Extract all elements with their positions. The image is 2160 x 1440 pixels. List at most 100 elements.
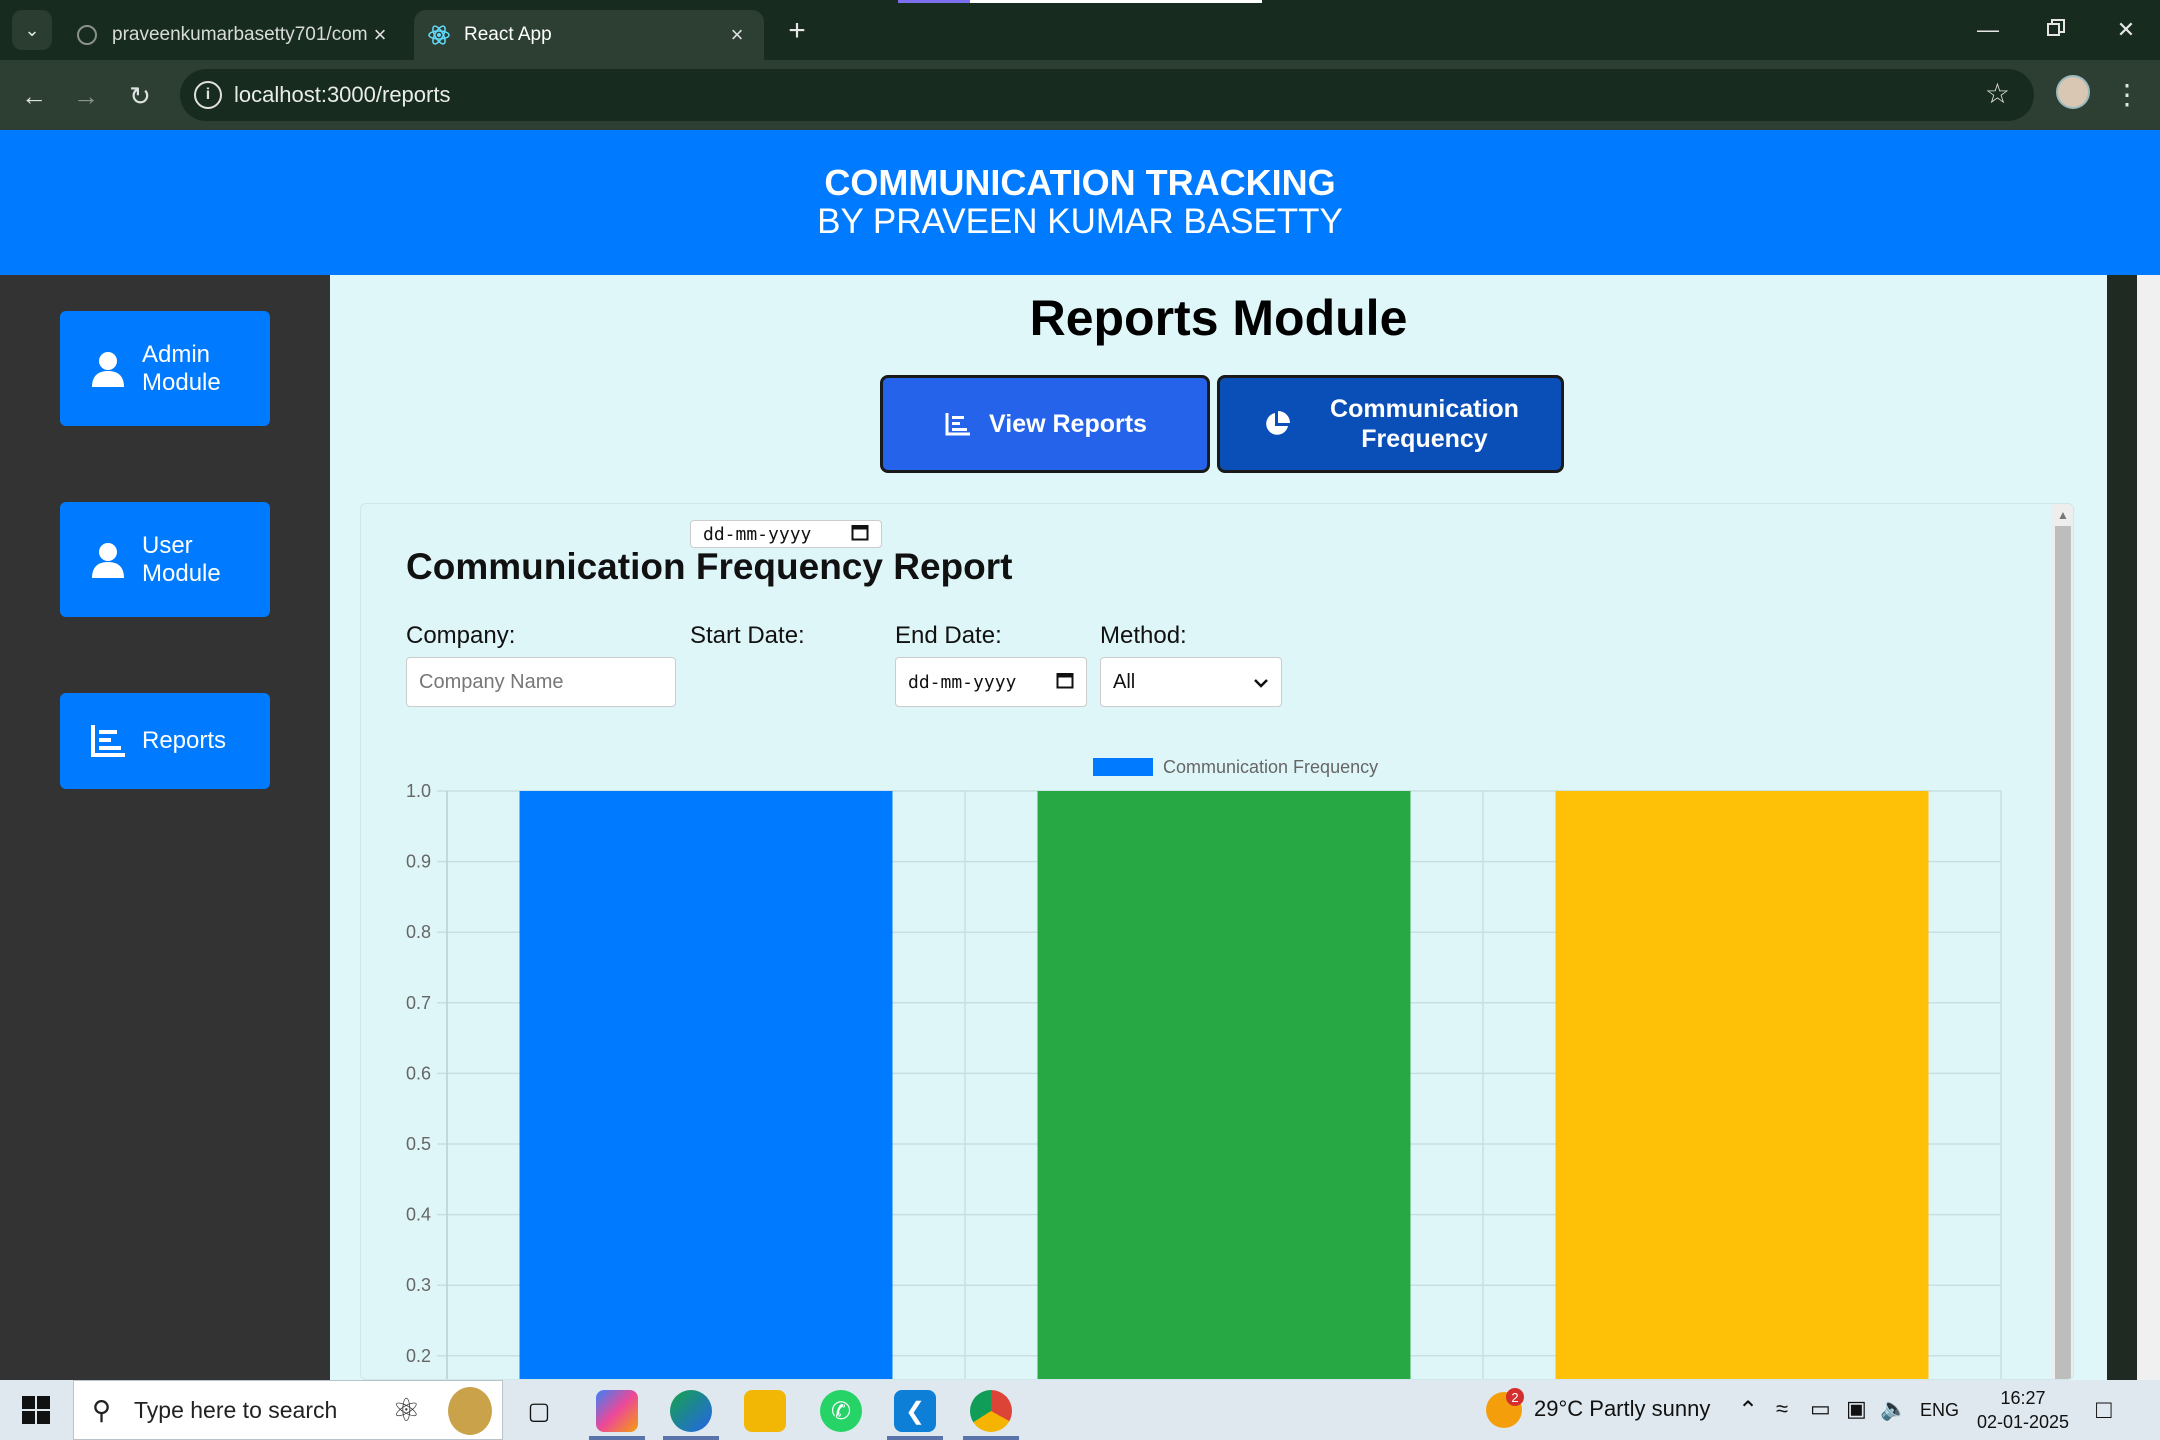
tab-title: React App (464, 24, 552, 45)
whatsapp-icon[interactable]: ✆ (820, 1390, 862, 1432)
close-tab-icon[interactable]: × (367, 22, 393, 48)
communication-frequency-chart: Communication Frequency 1.0 0.9 0.8 0.7 0.6 0.… (406, 757, 2002, 1380)
chevron-up-icon[interactable]: ⌃ (1738, 1396, 1758, 1425)
address-bar[interactable]: i localhost:3000/reports ☆ (180, 69, 2034, 121)
sidebar-item-admin-module[interactable]: Admin Module (60, 311, 270, 426)
legend-swatch[interactable] (1093, 758, 1153, 776)
report-scrollbar[interactable]: ▲ (2051, 504, 2073, 1379)
notifications-icon[interactable]: □ (2096, 1394, 2112, 1425)
y-tick-label: 0.3 (406, 1275, 431, 1295)
reload-button[interactable]: ↻ (120, 76, 160, 116)
restore-button[interactable] (2036, 12, 2076, 48)
weather-badge: 2 (1506, 1388, 1524, 1406)
pie-chart-icon (1262, 409, 1292, 439)
scroll-up-icon[interactable]: ▲ (2057, 508, 2069, 522)
minimize-icon: — (1977, 17, 1999, 42)
browser-tab-react-app[interactable]: React App × (414, 10, 764, 60)
y-tick-label: 0.2 (406, 1346, 431, 1366)
taskbar-search-input[interactable]: ⚲ Type here to search ⚛ (73, 1380, 503, 1440)
page-title: Reports Module (1029, 290, 1408, 346)
legend-label[interactable]: Communication Frequency (1163, 757, 1378, 777)
weather-icon[interactable]: 2 (1486, 1388, 1524, 1428)
tab-search-button[interactable]: ⌄ (12, 10, 52, 50)
file-explorer-icon[interactable] (744, 1390, 786, 1432)
chevron-down-icon (1253, 671, 1269, 694)
y-tick-label: 1.0 (406, 781, 431, 801)
view-reports-button[interactable]: View Reports (880, 375, 1210, 473)
weather-text[interactable]: 29°C Partly sunny (1534, 1396, 1710, 1422)
reload-icon: ↻ (129, 80, 151, 111)
forward-button[interactable]: → (66, 76, 106, 116)
y-tick-label: 0.4 (406, 1205, 431, 1225)
windows-start-button[interactable] (22, 1396, 50, 1424)
profile-avatar[interactable] (2056, 75, 2090, 109)
sidebar-item-label: Reports (142, 727, 227, 754)
bar[interactable] (519, 791, 893, 1380)
clock-time: 16:27 (2000, 1388, 2046, 1408)
report-scrollbar-thumb[interactable] (2055, 526, 2071, 1379)
new-tab-button[interactable]: + (780, 14, 814, 48)
sidebar-item-label: Admin (142, 340, 211, 368)
task-view-icon[interactable]: ▢ (518, 1390, 560, 1432)
y-tick-label: 0.8 (406, 922, 431, 942)
page-scrollbar[interactable] (2137, 275, 2160, 1380)
tab-title: praveenkumarbasetty701/comm (112, 24, 367, 45)
browser-menu-button[interactable]: ⋮ (2112, 74, 2142, 114)
volume-muted-icon[interactable]: 🔈 (1880, 1396, 1907, 1422)
chart-icon (90, 723, 126, 759)
bar[interactable] (1555, 791, 1929, 1380)
view-reports-label: View Reports (989, 410, 1147, 438)
browser-tab-github[interactable]: praveenkumarbasetty701/comm × (62, 10, 407, 60)
atom-icon: ⚛ (392, 1392, 421, 1428)
start-date-input[interactable]: dd-mm-yyyy (690, 520, 882, 548)
sidebar-item-user-module[interactable]: User Module (60, 502, 270, 617)
communication-frequency-button[interactable]: Communication Frequency (1217, 375, 1564, 473)
meet-icon[interactable]: ▣ (1846, 1396, 1867, 1422)
bar[interactable] (1037, 791, 1411, 1380)
sidebar: Admin Module User Module Reports (0, 275, 330, 1380)
start-date-label: Start Date: (690, 622, 805, 649)
tab-strip-indicator (898, 0, 1262, 3)
y-tick-label: 0.9 (406, 852, 431, 872)
close-icon: ✕ (2116, 17, 2136, 42)
taskbar-clock[interactable]: 16:27 02-01-2025 (1975, 1386, 2071, 1434)
end-date-input[interactable]: dd-mm-yyyy (895, 657, 1087, 707)
sidebar-item-label: User (142, 531, 193, 559)
method-value: All (1113, 670, 1136, 693)
wifi-icon[interactable]: ≈ (1776, 1396, 1788, 1422)
sidebar-item-label: Module (142, 559, 221, 587)
chrome-icon[interactable] (970, 1390, 1012, 1432)
browser-toolbar: ← → ↻ i localhost:3000/reports ☆ ⋮ (0, 60, 2160, 130)
chart-icon (943, 409, 973, 439)
calendar-icon[interactable] (851, 523, 869, 546)
back-button[interactable]: ← (14, 76, 54, 116)
search-highlight-icon (448, 1387, 492, 1435)
clock-date: 02-01-2025 (1976, 1412, 2070, 1432)
plus-icon: + (788, 14, 806, 47)
close-tab-icon[interactable]: × (724, 22, 750, 48)
site-info-icon[interactable]: i (194, 81, 222, 109)
y-tick-label: 0.6 (406, 1063, 431, 1083)
calendar-icon[interactable] (1056, 671, 1074, 694)
minimize-button[interactable]: — (1968, 12, 2008, 48)
close-window-button[interactable]: ✕ (2106, 12, 2146, 48)
bookmark-star-icon[interactable]: ☆ (1985, 77, 2010, 110)
communication-frequency-label: Communication (1330, 395, 1519, 423)
edge-icon[interactable] (670, 1390, 712, 1432)
react-icon (428, 24, 450, 46)
app-header: COMMUNICATION TRACKING BY PRAVEEN KUMAR … (0, 130, 2160, 275)
method-label: Method: (1100, 622, 1187, 649)
github-icon (76, 24, 98, 46)
y-tick-label: 0.7 (406, 993, 431, 1013)
company-label: Company: (406, 622, 516, 649)
method-select[interactable]: All (1100, 657, 1282, 707)
copilot-icon[interactable] (596, 1390, 638, 1432)
sidebar-item-reports[interactable]: Reports (60, 693, 270, 789)
company-input[interactable]: Company Name (406, 657, 676, 707)
vscode-icon[interactable]: ❮ (894, 1390, 936, 1432)
battery-icon[interactable]: ▭ (1810, 1396, 1831, 1422)
app-subtitle: BY PRAVEEN KUMAR BASETTY (817, 202, 1343, 241)
taskbar-search-placeholder: Type here to search (134, 1396, 338, 1423)
language-indicator[interactable]: ENG (1920, 1400, 1959, 1421)
main-content: Reports Module View Reports Communicatio… (330, 275, 2160, 1380)
